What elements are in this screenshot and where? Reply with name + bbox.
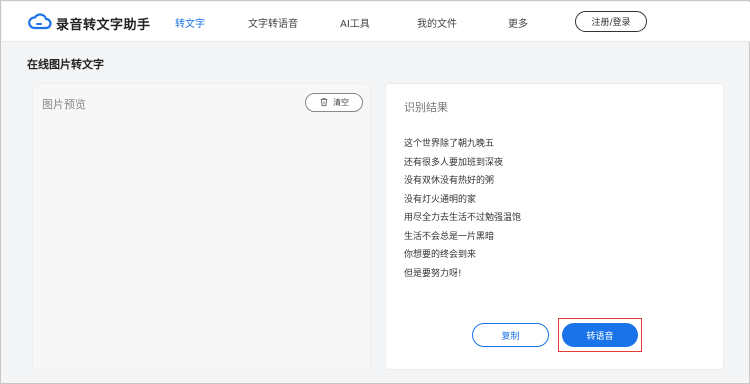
result-line: 这个世界除了朝九晚五 <box>404 139 495 149</box>
result-line: 还有很多人要加班到深夜 <box>404 157 504 168</box>
top-navigation-bar: 录音转文字助手 转文字 文字转语音 AI工具 我的文件 更多 注册/登录 <box>2 2 750 42</box>
convert-to-speech-button[interactable]: 转语音 <box>562 323 638 347</box>
app-name: 录音转文字助手 <box>56 17 151 33</box>
cloud-icon <box>28 11 52 35</box>
copy-button[interactable]: 复制 <box>472 323 549 347</box>
result-line: 用尽全力去生活不过勉强温饱 <box>404 213 522 223</box>
result-line: 但是要努力呀! <box>404 268 462 279</box>
logo[interactable]: 录音转文字助手 <box>28 11 151 35</box>
image-preview-title: 图片预览 <box>42 98 86 111</box>
page-title: 在线图片转文字 <box>27 58 104 71</box>
nav-item-to-text[interactable]: 转文字 <box>175 15 205 30</box>
trash-icon <box>319 97 333 109</box>
nav-item-ai-tools[interactable]: AI工具 <box>340 15 370 30</box>
nav-item-text-to-speech[interactable]: 文字转语音 <box>248 15 298 30</box>
recognition-result-panel: 识别结果 这个世界除了朝九晚五 还有很多人要加班到深夜 没有双休没有热好的粥 没… <box>385 83 724 370</box>
nav-item-my-files[interactable]: 我的文件 <box>417 15 457 30</box>
register-login-button[interactable]: 注册/登录 <box>575 11 647 32</box>
clear-button[interactable]: 清空 <box>305 93 363 112</box>
recognition-result-title: 识别结果 <box>404 101 448 114</box>
speech-button-highlight: 转语音 <box>558 318 642 352</box>
result-line: 你想要的终会到来 <box>404 250 477 260</box>
result-line: 没有灯火通明的家 <box>404 194 477 205</box>
clear-button-label: 清空 <box>333 98 349 107</box>
result-text[interactable]: 这个世界除了朝九晚五 还有很多人要加班到深夜 没有双休没有热好的粥 没有灯火通明… <box>404 135 521 283</box>
app-window: 录音转文字助手 转文字 文字转语音 AI工具 我的文件 更多 注册/登录 在线图… <box>0 0 750 384</box>
nav-item-more[interactable]: 更多 <box>508 15 528 30</box>
image-preview-panel[interactable]: 图片预览 清空 <box>32 83 371 370</box>
result-line: 没有双休没有热好的粥 <box>404 176 495 186</box>
result-line: 生活不会总是一片黑暗 <box>404 231 495 242</box>
